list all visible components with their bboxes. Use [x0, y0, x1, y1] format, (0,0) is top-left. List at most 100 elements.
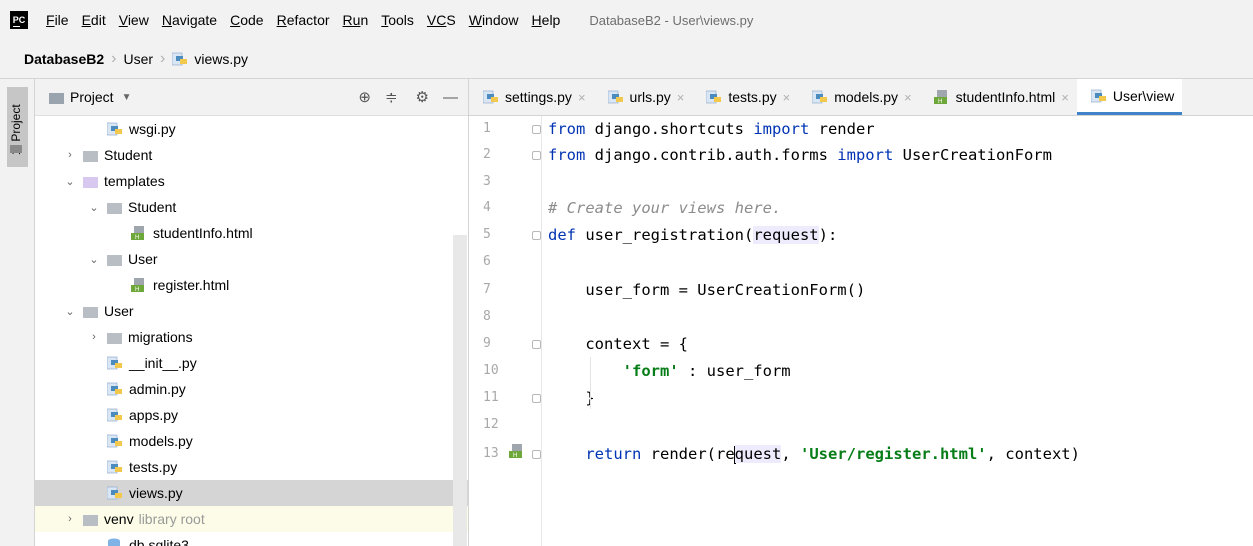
tree-item[interactable]: ⌄ User [35, 246, 468, 272]
tree-item[interactable]: ⌄ User [35, 298, 468, 324]
folder-icon [49, 92, 64, 104]
tree-item[interactable]: wsgi.py [35, 116, 468, 142]
line-number: 3 [483, 174, 491, 189]
project-view-selector[interactable]: Project ▼ [49, 89, 131, 105]
tree-item[interactable]: db.sqlite3 [35, 532, 468, 546]
tree-item[interactable]: Hregister.html [35, 272, 468, 298]
tree-item[interactable]: __init__.py [35, 350, 468, 376]
python-file-icon [483, 90, 498, 104]
tree-item-label: Student [128, 199, 177, 215]
tree-item[interactable]: tests.py [35, 454, 468, 480]
menu-edit[interactable]: Edit [82, 12, 106, 28]
fold-marker-icon[interactable] [532, 151, 541, 160]
close-tab-icon[interactable]: × [783, 90, 791, 105]
python-file-icon [107, 356, 122, 370]
chevron-down-icon[interactable]: ⌄ [65, 305, 75, 318]
tree-item-suffix: library root [138, 511, 205, 527]
menu-mnemonic: F [46, 12, 55, 28]
menu-help[interactable]: Help [532, 12, 561, 28]
menu-window[interactable]: Window [469, 12, 519, 28]
tree-item[interactable]: ⌄ Student [35, 194, 468, 220]
fold-marker-icon[interactable] [532, 450, 541, 459]
menu-view[interactable]: View [119, 12, 149, 28]
editor-tab[interactable]: tests.py × [692, 79, 798, 115]
html-file-icon: H [131, 278, 144, 292]
code-line-11: } [548, 389, 595, 407]
chevron-down-icon[interactable]: ⌄ [89, 201, 99, 214]
fold-marker-icon[interactable] [532, 394, 541, 403]
tree-item[interactable]: HstudentInfo.html [35, 220, 468, 246]
database-file-icon [108, 538, 120, 546]
code-line-5: def user_registration(request): [548, 226, 838, 244]
editor-tab[interactable]: urls.py × [594, 79, 693, 115]
chevron-right-icon[interactable]: › [65, 513, 75, 525]
editor-tab[interactable]: HstudentInfo.html × [920, 79, 1077, 115]
tree-item[interactable]: › migrations [35, 324, 468, 350]
tab-label: tests.py [728, 89, 777, 105]
tree-item-label: admin.py [129, 381, 186, 397]
collapse-icon[interactable]: ≑ [385, 88, 398, 106]
menu-refactor[interactable]: Refactor [277, 12, 330, 28]
minimize-icon[interactable]: — [443, 89, 458, 106]
tree-item-label: migrations [128, 329, 193, 345]
line-number: 5 [483, 227, 491, 242]
close-tab-icon[interactable]: × [578, 90, 586, 105]
editor-tab[interactable]: settings.py × [469, 79, 594, 115]
project-tool-tab[interactable]: 1: Project [7, 87, 28, 167]
fold-marker-icon[interactable] [532, 340, 541, 349]
menu-code[interactable]: Code [230, 12, 263, 28]
chevron-down-icon[interactable]: ⌄ [89, 253, 99, 266]
python-file-icon [107, 486, 122, 500]
python-file-icon [107, 460, 122, 474]
tree-item[interactable]: views.py [35, 480, 468, 506]
line-number: 11 [483, 390, 499, 405]
code-line-10: 'form' : user_form [622, 362, 791, 380]
code-editor[interactable]: from django.shortcuts import render from… [542, 116, 1253, 546]
html-template-gutter-icon[interactable]: H [509, 444, 525, 458]
locate-icon[interactable]: ⊕ [358, 88, 371, 106]
close-tab-icon[interactable]: × [904, 90, 912, 105]
svg-text:H: H [135, 287, 139, 292]
tree-item[interactable]: admin.py [35, 376, 468, 402]
menu-navigate[interactable]: Navigate [162, 12, 217, 28]
tree-item[interactable]: ⌄ templates [35, 168, 468, 194]
chevron-right-icon[interactable]: › [89, 331, 99, 343]
fold-marker-icon[interactable] [532, 231, 541, 240]
editor-tab[interactable]: models.py × [798, 79, 919, 115]
editor-gutter: 1 2 3 4 5 6 7 8 9 10 11 12 13 [469, 116, 542, 546]
line-number: 1 [483, 121, 491, 136]
tree-item[interactable]: apps.py [35, 402, 468, 428]
menu-label-rest: efactor [286, 12, 330, 28]
tree-item[interactable]: models.py [35, 428, 468, 454]
menu-vcs[interactable]: VCS [427, 12, 456, 28]
menu-run[interactable]: Run [343, 12, 369, 28]
tree-item[interactable]: › venv library root [35, 506, 468, 532]
menu-tools[interactable]: Tools [381, 12, 414, 28]
chevron-down-icon[interactable]: ⌄ [65, 175, 75, 188]
project-panel-title: Project [70, 89, 114, 105]
tree-item-label: views.py [129, 485, 183, 501]
gear-icon[interactable]: ⚙ [416, 88, 429, 106]
tree-item-label: apps.py [129, 407, 179, 423]
code-line-1: from django.shortcuts import render [548, 120, 875, 138]
tab-label: User\view [1112, 87, 1175, 104]
svg-text:H: H [135, 235, 139, 240]
folder-icon [83, 514, 98, 526]
breadcrumb-file[interactable]: views.py [172, 51, 248, 67]
fold-marker-icon[interactable] [532, 125, 541, 134]
breadcrumb-project[interactable]: DatabaseB2 [24, 51, 104, 67]
breadcrumb-file-label: views.py [194, 51, 249, 67]
folder-icon [83, 150, 98, 162]
project-panel-header: Project ▼ ⊕ ≑ ⚙ — [35, 79, 468, 116]
breadcrumb-separator-icon: › [160, 50, 166, 67]
tree-item[interactable]: › Student [35, 142, 468, 168]
close-tab-icon[interactable]: × [677, 90, 685, 105]
chevron-right-icon[interactable]: › [65, 149, 75, 161]
menu-file[interactable]: File [46, 12, 69, 28]
scrollbar-thumb[interactable] [453, 235, 467, 546]
close-tab-icon[interactable]: × [1061, 90, 1069, 105]
tool-window-stripe: 1: Project [0, 79, 35, 546]
breadcrumb-folder[interactable]: User [123, 51, 153, 67]
editor-tab[interactable]: User\view [1076, 79, 1183, 115]
templates-folder-icon [83, 176, 98, 188]
